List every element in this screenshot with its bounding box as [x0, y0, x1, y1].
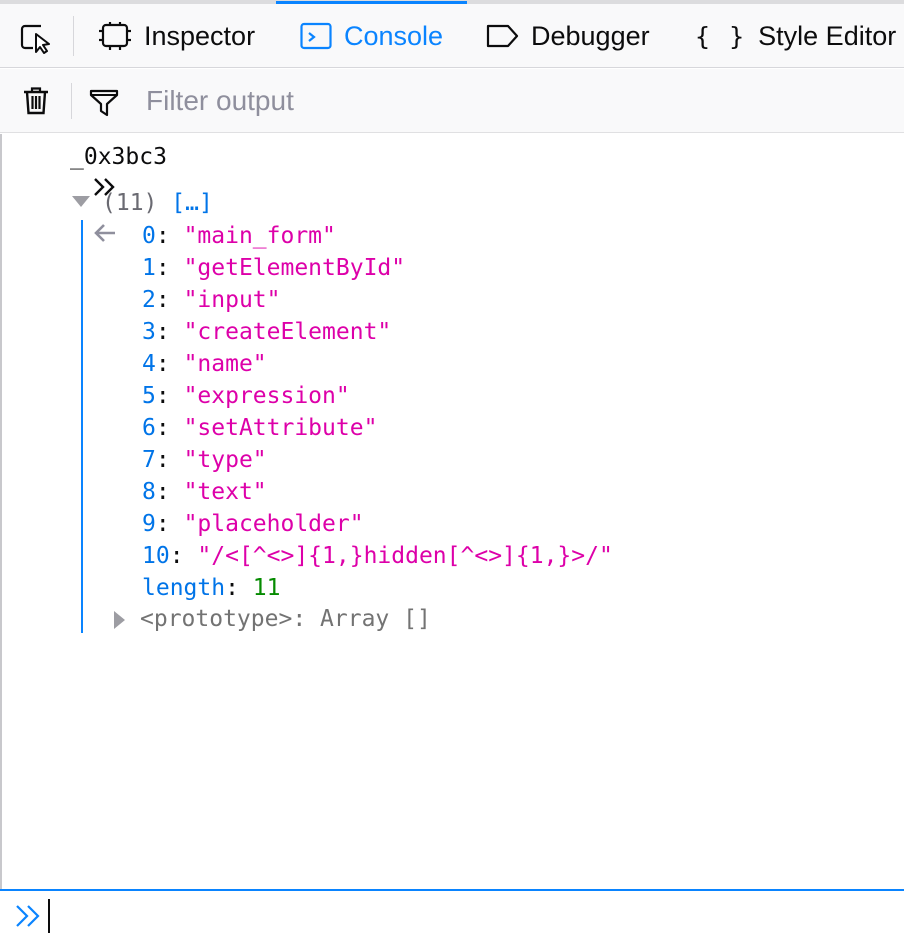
array-item: 7: "type" — [142, 447, 267, 473]
object-tree-guide — [81, 220, 83, 633]
array-item: 3: "createElement" — [142, 319, 392, 345]
array-item: 6: "setAttribute" — [142, 415, 378, 441]
array-item: 8: "text" — [142, 479, 267, 505]
result-count: (11) — [102, 190, 158, 216]
inspector-icon — [98, 21, 132, 51]
array-item: 9: "placeholder" — [142, 511, 364, 537]
debugger-icon — [485, 23, 519, 49]
tab-style-editor-label: Style Editor — [758, 20, 897, 51]
tab-inspector[interactable]: Inspector — [98, 4, 255, 68]
array-item: 2: "input" — [142, 287, 281, 313]
array-item: 1: "getElementById" — [142, 255, 406, 281]
array-item: 10: "/<[^<>]{1,}hidden[^<>]{1,}>/" — [142, 543, 613, 569]
text-caret — [48, 899, 50, 933]
array-item: 0: "main_form" — [142, 223, 336, 249]
array-item: 4: "name" — [142, 351, 267, 377]
result-summary[interactable]: (11) […] — [102, 187, 213, 219]
filter-icon — [89, 89, 119, 122]
tab-console[interactable]: Console — [276, 1, 468, 68]
filter-separator — [71, 83, 72, 119]
console-output: _0x3bc3 (11) […] 0: "main_form" 1: "getE… — [0, 134, 904, 889]
devtools-toolbar: Inspector Console Debugger { } Style Edi… — [0, 1, 904, 68]
command-input-text: _0x3bc3 — [70, 144, 167, 170]
trash-icon — [24, 87, 48, 115]
toolbar-separator — [73, 16, 74, 56]
array-item: 5: "expression" — [142, 383, 350, 409]
result-preview: […] — [171, 190, 213, 216]
element-picker-button[interactable] — [14, 20, 58, 60]
array-length: length: 11 — [142, 575, 281, 601]
tab-console-label: Console — [344, 20, 444, 51]
tab-debugger[interactable]: Debugger — [485, 4, 650, 68]
tab-debugger-label: Debugger — [531, 20, 650, 51]
console-icon — [300, 22, 332, 50]
console-input-line[interactable] — [0, 889, 904, 938]
console-filter-bar — [0, 69, 904, 133]
tab-style-editor[interactable]: { } Style Editor — [695, 4, 896, 68]
tab-inspector-label: Inspector — [144, 20, 256, 51]
style-editor-icon: { } — [695, 21, 747, 51]
active-tab-indicator — [276, 1, 468, 4]
prototype-row[interactable]: <prototype>: Array [] — [140, 603, 431, 635]
clear-console-button[interactable] — [22, 86, 50, 121]
expand-toggle-icon[interactable] — [72, 196, 90, 207]
element-picker-icon — [19, 22, 53, 59]
filter-output-input[interactable] — [138, 81, 878, 121]
prototype-expand-icon[interactable] — [114, 611, 125, 629]
input-prompt-icon — [14, 903, 46, 934]
